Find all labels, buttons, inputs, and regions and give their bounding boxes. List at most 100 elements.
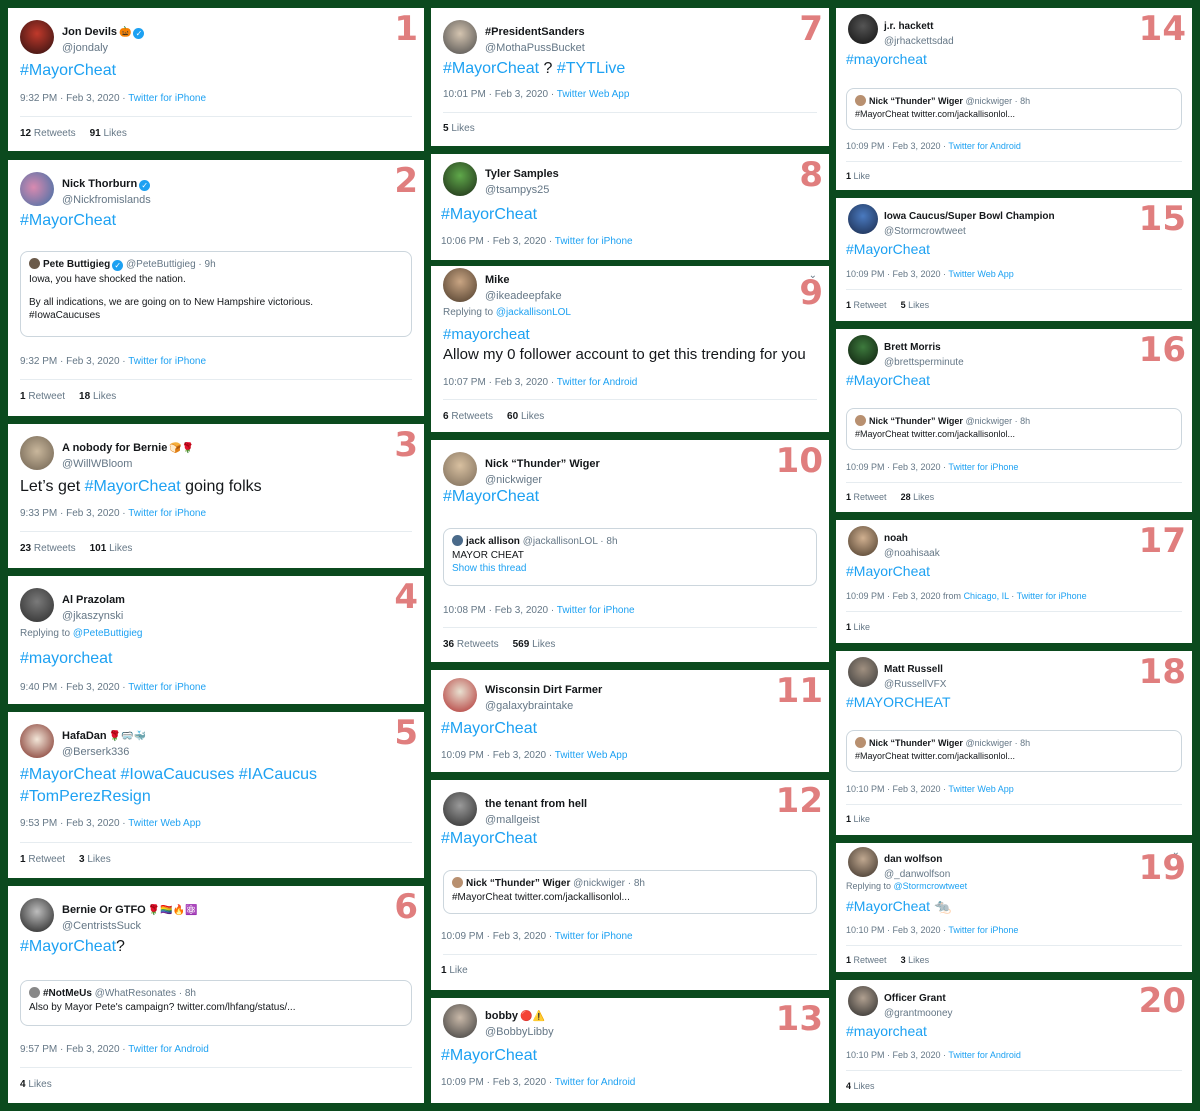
user-handle[interactable]: @Berserk336 (62, 746, 146, 758)
retweet-count[interactable]: 1 (846, 955, 851, 965)
like-count[interactable]: 60 (507, 411, 518, 422)
user-name[interactable]: j.r. hackett (884, 21, 933, 32)
user-name[interactable]: Nick Thorburn (62, 178, 137, 190)
source-link[interactable]: Twitter for iPhone (128, 93, 206, 104)
reply-to-link[interactable]: @Stormcrowtweet (894, 881, 968, 891)
hashtag-link[interactable]: #MayorCheat (20, 62, 116, 79)
avatar[interactable] (848, 986, 878, 1016)
timestamp[interactable]: 10:09 PM · Feb 3, 2020 from (846, 591, 964, 601)
tweet-card[interactable]: j.r. hackett @jrhackettsdad 14 #mayorche… (836, 8, 1192, 190)
tweet-card[interactable]: Brett Morris @brettsperminute 16 #MayorC… (836, 329, 1192, 512)
source-link[interactable]: Twitter for Android (948, 1050, 1021, 1060)
source-link[interactable]: Twitter Web App (128, 818, 201, 829)
avatar[interactable] (848, 526, 878, 556)
hashtag-link[interactable]: #MayorCheat (441, 206, 537, 223)
quoted-tweet[interactable]: jack allison @jackallisonLOL · 8h MAYOR … (443, 528, 817, 586)
user-handle[interactable]: @MothaPussBucket (485, 42, 585, 54)
source-link[interactable]: Twitter for iPhone (128, 508, 206, 519)
avatar[interactable] (20, 20, 54, 54)
likes-label[interactable]: Likes (908, 955, 929, 965)
retweets-label[interactable]: Retweets (34, 543, 76, 554)
likes-label[interactable]: Like (854, 814, 871, 824)
hashtag-link[interactable]: #mayorcheat (846, 51, 927, 67)
timestamp[interactable]: 10:10 PM · Feb 3, 2020 · (846, 784, 948, 794)
user-name[interactable]: Brett Morris (884, 342, 941, 353)
retweets-label[interactable]: Retweet (854, 492, 887, 502)
timestamp[interactable]: 10:09 PM · Feb 3, 2020 · (441, 750, 555, 761)
user-handle[interactable]: @jkaszynski (62, 610, 125, 622)
timestamp[interactable]: 10:09 PM · Feb 3, 2020 · (846, 141, 948, 151)
hashtag-link[interactable]: #MayorCheat (846, 241, 930, 257)
tweet-card[interactable]: Bernie Or GTFO 🌹🏳️‍🌈🔥⚛️ @CentristsSuck 6 … (8, 886, 424, 1103)
source-link[interactable]: Twitter Web App (948, 269, 1013, 279)
user-handle[interactable]: @jrhackettsdad (884, 36, 954, 47)
like-count[interactable]: 3 (901, 955, 906, 965)
hashtag-link[interactable]: #MayorCheat (20, 938, 116, 955)
timestamp[interactable]: 10:10 PM · Feb 3, 2020 · (846, 1050, 948, 1060)
like-count[interactable]: 5 (443, 123, 449, 134)
tweet-card[interactable]: Nick Thorburn ✓ @Nickfromislands 2 #Mayor… (8, 160, 424, 416)
retweets-label[interactable]: Retweet (28, 391, 65, 402)
tweet-card[interactable]: Matt Russell @RussellVFX 18 #MAYORCHEAT … (836, 651, 1192, 835)
like-count[interactable]: 91 (90, 128, 101, 139)
avatar[interactable] (848, 14, 878, 44)
likes-label[interactable]: Likes (532, 639, 555, 650)
hashtag-link[interactable]: #MayorCheat (846, 563, 930, 579)
tweet-card[interactable]: Officer Grant @grantmooney 20 #mayorchea… (836, 980, 1192, 1103)
user-name[interactable]: Matt Russell (884, 664, 943, 675)
user-handle[interactable]: @noahisaak (884, 548, 940, 559)
like-count[interactable]: 3 (79, 854, 85, 865)
source-link[interactable]: Twitter for iPhone (555, 236, 633, 247)
avatar[interactable] (848, 335, 878, 365)
source-link[interactable]: Twitter for Android (948, 141, 1021, 151)
user-name[interactable]: Iowa Caucus/Super Bowl Champion (884, 211, 1055, 222)
user-name[interactable]: Al Prazolam (62, 594, 125, 606)
user-handle[interactable]: @CentristsSuck (62, 920, 198, 932)
avatar[interactable] (443, 162, 477, 196)
source-link[interactable]: Twitter for iPhone (555, 931, 633, 942)
user-name[interactable]: Jon Devils (62, 26, 117, 38)
timestamp[interactable]: 10:09 PM · Feb 3, 2020 · (441, 931, 555, 942)
location-link[interactable]: Chicago, IL (964, 591, 1009, 601)
hashtag-link[interactable]: #MayorCheat (441, 720, 537, 737)
avatar[interactable] (20, 172, 54, 206)
tweet-card[interactable]: bobby 🔴⚠️ @BobbyLibby 13 #MayorCheat 10:0… (431, 998, 829, 1103)
retweet-count[interactable]: 23 (20, 543, 31, 554)
user-name[interactable]: HafaDan (62, 730, 107, 742)
timestamp[interactable]: 9:57 PM · Feb 3, 2020 · (20, 1044, 128, 1055)
timestamp[interactable]: 9:40 PM · Feb 3, 2020 · (20, 682, 128, 693)
avatar[interactable] (443, 678, 477, 712)
timestamp[interactable]: 10:01 PM · Feb 3, 2020 · (443, 89, 557, 100)
avatar[interactable] (443, 20, 477, 54)
tweet-card[interactable]: Iowa Caucus/Super Bowl Champion @Stormcr… (836, 198, 1192, 321)
avatar[interactable] (443, 792, 477, 826)
avatar[interactable] (443, 452, 477, 486)
timestamp[interactable]: 9:32 PM · Feb 3, 2020 · (20, 93, 128, 104)
retweet-count[interactable]: 1 (20, 391, 26, 402)
source-link[interactable]: Twitter Web App (555, 750, 628, 761)
tweet-card[interactable]: HafaDan 🌹🥽🐳 @Berserk336 5 #MayorCheat #Io… (8, 712, 424, 878)
tweet-card[interactable]: Jon Devils 🎃 ✓ @jondaly 1 #MayorCheat 9:32… (8, 8, 424, 151)
avatar[interactable] (848, 657, 878, 687)
source-link[interactable]: Twitter for iPhone (557, 605, 635, 616)
user-handle[interactable]: @_danwolfson (884, 869, 950, 880)
likes-label[interactable]: Likes (109, 543, 132, 554)
user-handle[interactable]: @brettsperminute (884, 357, 964, 368)
likes-label[interactable]: Likes (28, 1079, 51, 1090)
user-name[interactable]: Wisconsin Dirt Farmer (485, 684, 602, 696)
tweet-card[interactable]: Tyler Samples @tsampys25 8 #MayorCheat 1… (431, 154, 829, 260)
likes-label[interactable]: Like (854, 622, 871, 632)
user-handle[interactable]: @nickwiger (485, 474, 600, 486)
hashtag-link[interactable]: #TomPerezResign (20, 786, 414, 808)
likes-label[interactable]: Likes (913, 492, 934, 502)
timestamp[interactable]: 10:10 PM · Feb 3, 2020 · (846, 925, 948, 935)
like-count[interactable]: 18 (79, 391, 90, 402)
retweets-label[interactable]: Retweet (854, 300, 887, 310)
tweet-card[interactable]: dan wolfson @_danwolfson ⌄ 19 Replying t… (836, 843, 1192, 972)
user-handle[interactable]: @mallgeist (485, 814, 587, 826)
user-name[interactable]: noah (884, 533, 908, 544)
like-count[interactable]: 569 (513, 639, 530, 650)
avatar[interactable] (20, 436, 54, 470)
source-link[interactable]: Twitter for iPhone (1017, 591, 1087, 601)
hashtag-link[interactable]: #mayorcheat (443, 325, 819, 345)
